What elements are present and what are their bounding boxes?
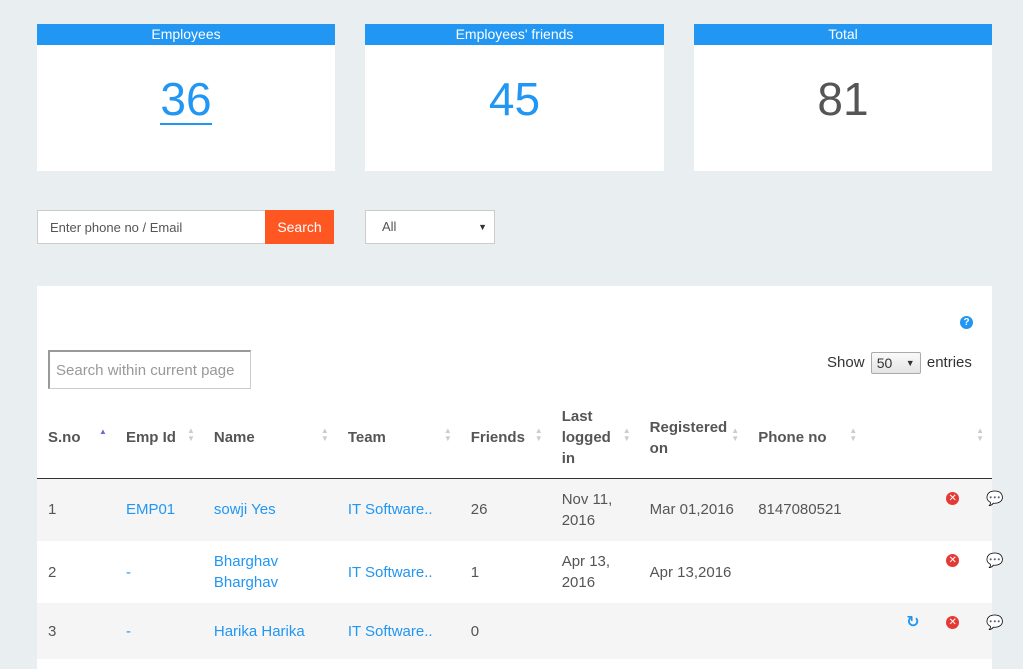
cell-emp-id-link[interactable]: EMP01 xyxy=(114,478,203,541)
cell-friends: 0 xyxy=(459,603,551,659)
cell-team-link[interactable]: IT Software.. xyxy=(336,478,460,541)
cell-name-link[interactable]: sowji Yes xyxy=(202,478,337,541)
table-row: 3 - Harika Harika IT Software.. 0 ↻ ✕ 💬 xyxy=(37,603,1004,659)
col-header-phone-no[interactable]: Phone no ▲ ▼ xyxy=(747,398,866,479)
filter-select[interactable]: All ▼ xyxy=(365,210,495,244)
cell-registered: Apr 13,2016 xyxy=(638,541,748,603)
employees-table: S.no ▲ Emp Id ▲ ▼ Name ▲ ▼ Team ▲ ▼ Friends ▲ ▼ L… xyxy=(37,398,1004,659)
chat-bubbles-icon[interactable]: 💬 xyxy=(986,553,1003,567)
stat-title: Employees' friends xyxy=(365,24,664,45)
cell-team-link[interactable]: IT Software.. xyxy=(336,603,460,659)
col-header-team[interactable]: Team ▲ ▼ xyxy=(336,398,460,479)
cell-actions: ✕ 💬 xyxy=(865,478,1004,541)
col-header-registered-on[interactable]: Registered on ▲ ▼ xyxy=(638,398,748,479)
cell-phone xyxy=(747,603,866,659)
cell-sno: 3 xyxy=(37,603,115,659)
cell-friends: 1 xyxy=(459,541,551,603)
cell-actions: ↻ ✕ 💬 xyxy=(865,603,1004,659)
sort-icon: ▲ ▼ xyxy=(849,426,858,443)
caret-down-icon: ▼ xyxy=(478,222,487,232)
cell-registered: Mar 01,2016 xyxy=(638,478,748,541)
filter-selected-value: All xyxy=(382,219,397,234)
employees-table-panel: ? Show 50▼ entries S.no▲ Emp Id▲▼ Name▲▼… xyxy=(37,286,1004,669)
sort-icon: ▲ ▼ xyxy=(976,426,984,443)
chat-bubbles-icon[interactable]: 💬 xyxy=(986,615,1003,629)
page-search-input[interactable] xyxy=(48,350,251,389)
cell-last-logged xyxy=(550,603,639,659)
cell-registered xyxy=(638,603,748,659)
cell-emp-id-link[interactable]: - xyxy=(114,603,203,659)
caret-down-icon: ▼ xyxy=(905,358,915,369)
sort-icon: ▲ ▼ xyxy=(186,426,195,443)
cell-phone: 8147080521 xyxy=(747,478,866,541)
cell-sno: 1 xyxy=(37,478,115,541)
col-header-friends[interactable]: Friends ▲ ▼ xyxy=(459,398,551,479)
refresh-icon[interactable]: ↻ xyxy=(906,615,919,631)
cell-sno: 2 xyxy=(37,541,115,603)
stat-title: Employees xyxy=(37,24,335,45)
friends-count: 45 xyxy=(488,73,541,125)
stat-card-employees: Employees 36 xyxy=(37,24,335,171)
cell-actions: ✕ 💬 xyxy=(865,541,1004,603)
col-header-sno[interactable]: S.no ▲ xyxy=(37,398,115,479)
col-header-last-logged-in[interactable]: Last logged in ▲ ▼ xyxy=(550,398,639,479)
question-circle-icon[interactable]: ? xyxy=(960,316,973,329)
cell-name-link[interactable]: Harika Harika xyxy=(202,603,337,659)
sort-icon: ▲ ▼ xyxy=(731,426,740,443)
sort-icon: ▲ ▼ xyxy=(622,426,631,443)
cell-phone xyxy=(747,541,866,603)
col-header-emp-id[interactable]: Emp Id ▲ ▼ xyxy=(114,398,203,479)
remove-circle-icon[interactable]: ✕ xyxy=(946,616,960,629)
total-count: 81 xyxy=(817,73,869,125)
sort-icon: ▲ ▼ xyxy=(534,426,543,443)
stat-title: Total xyxy=(694,24,992,45)
stat-card-total: Total 81 xyxy=(694,24,992,171)
cell-team-link[interactable]: IT Software.. xyxy=(336,541,460,603)
show-label: Show xyxy=(827,354,865,371)
entries-label: entries xyxy=(926,354,972,371)
search-button[interactable]: Search xyxy=(265,210,334,244)
col-header-name[interactable]: Name ▲ ▼ xyxy=(202,398,337,479)
remove-circle-icon[interactable]: ✕ xyxy=(946,491,960,505)
chat-bubbles-icon[interactable]: 💬 xyxy=(986,491,1003,505)
table-row: 1 EMP01 sowji Yes IT Software.. 26 Nov 1… xyxy=(37,478,1004,541)
cell-emp-id-link[interactable]: - xyxy=(114,541,203,603)
sort-icon: ▲ ▼ xyxy=(320,426,329,443)
table-row: 2 - Bharghav Bharghav IT Software.. 1 Ap… xyxy=(37,541,1004,603)
table-header-row: S.no ▲ Emp Id ▲ ▼ Name ▲ ▼ Team ▲ ▼ Friends ▲ ▼ L… xyxy=(37,398,992,479)
cell-friends: 26 xyxy=(459,478,551,541)
phone-email-search-input[interactable] xyxy=(37,210,265,244)
cell-name-link[interactable]: Bharghav Bharghav xyxy=(202,541,337,603)
employees-count-link[interactable]: 36 xyxy=(160,76,212,125)
remove-circle-icon[interactable]: ✕ xyxy=(946,554,960,567)
sort-icon: ▲ ▼ xyxy=(443,426,452,443)
stat-card-employees-friends: Employees' friends 45 xyxy=(365,24,664,171)
show-entries-control: Show 50 ▼ entries xyxy=(827,351,972,375)
col-header-actions[interactable]: ▲ ▼ xyxy=(865,398,992,479)
entries-select[interactable]: 50 ▼ xyxy=(870,352,921,375)
cell-last-logged: Apr 13, 2016 xyxy=(550,541,639,603)
cell-last-logged: Nov 11, 2016 xyxy=(550,478,639,541)
sort-ascending-icon: ▲ xyxy=(99,427,107,436)
